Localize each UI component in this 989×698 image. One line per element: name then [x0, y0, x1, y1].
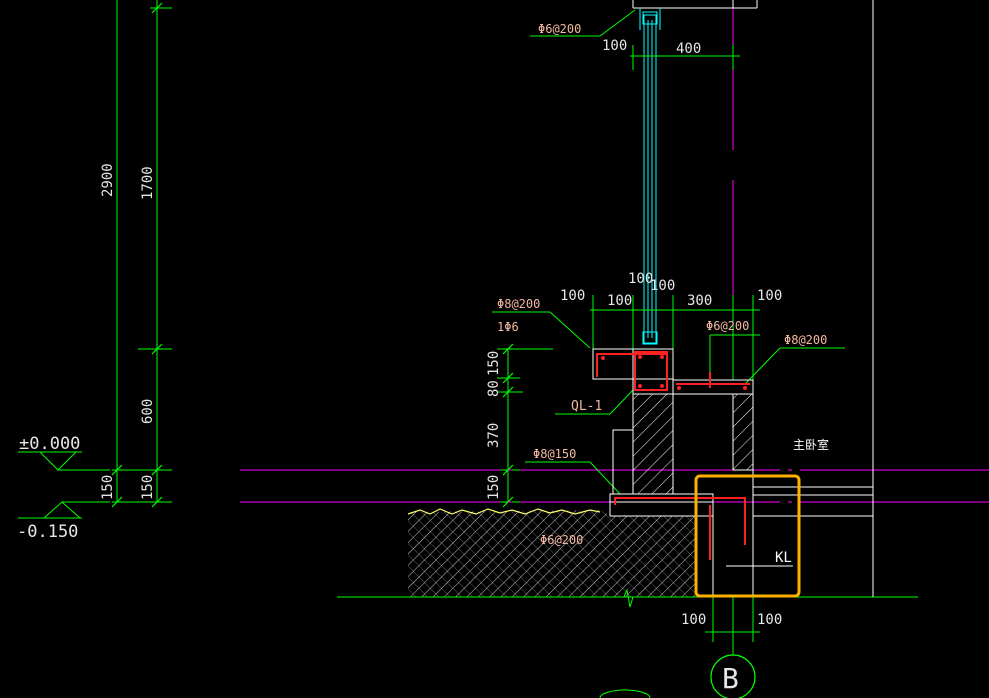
dim-370: 370 — [486, 423, 502, 448]
dim-100-a: 100 — [560, 288, 585, 304]
vertical-dimension-chain — [112, 0, 610, 503]
dim-400: 400 — [676, 41, 701, 57]
dim-100-top: 100 — [602, 38, 627, 54]
dim-100-bottom-right: 100 — [757, 612, 782, 628]
level-mark-minus — [18, 501, 110, 519]
cad-detail-drawing: 2900 1700 600 150 150 150 80 370 150 ±0.… — [17, 0, 989, 698]
dim-600: 600 — [140, 399, 156, 424]
dim-80: 80 — [486, 380, 502, 397]
label-phi6-200-top: Φ6@200 — [538, 22, 581, 36]
foundation-wall — [612, 393, 754, 495]
dim-100-d: 100 — [650, 278, 675, 294]
label-phi6-200-bottom: Φ6@200 — [540, 533, 583, 547]
ring-beam-ql1 — [592, 348, 754, 395]
dim-150-upper: 150 — [486, 351, 502, 376]
dim-300: 300 — [687, 293, 712, 309]
dim-1700: 1700 — [140, 166, 156, 200]
bottom-dimension-lines — [705, 597, 760, 655]
dim-100-bottom-left: 100 — [681, 612, 706, 628]
dim-150-mid: 150 — [140, 475, 156, 500]
next-bubble-edge — [599, 689, 651, 698]
dim-100-b: 100 — [607, 293, 632, 309]
label-kl: KL — [775, 550, 792, 566]
label-phi8-200-left: Φ8@200 — [497, 297, 540, 311]
top-dimension-lines — [530, 9, 740, 70]
label-1phi6: 1Φ6 — [497, 320, 519, 334]
grid-axis-label: B — [722, 662, 739, 695]
label-ql1: QL-1 — [571, 399, 602, 414]
dim-150-left: 150 — [100, 475, 116, 500]
dim-150-lower: 150 — [486, 475, 502, 500]
label-phi6-200-mid: Φ6@200 — [706, 319, 749, 333]
label-phi8-200-right: Φ8@200 — [784, 333, 827, 347]
level-mark-zero — [18, 451, 110, 471]
dim-2900: 2900 — [100, 163, 116, 197]
dimension-ticks — [111, 2, 514, 508]
level-minus-text: -0.150 — [17, 522, 78, 542]
axis-lines — [240, 0, 989, 503]
dim-100-e: 100 — [757, 288, 782, 304]
label-phi8-150: Φ8@150 — [533, 447, 576, 461]
level-zero-text: ±0.000 — [19, 434, 80, 454]
label-room: 主卧室 — [793, 437, 829, 452]
window-frame — [642, 11, 658, 345]
ground-soil — [407, 508, 695, 597]
